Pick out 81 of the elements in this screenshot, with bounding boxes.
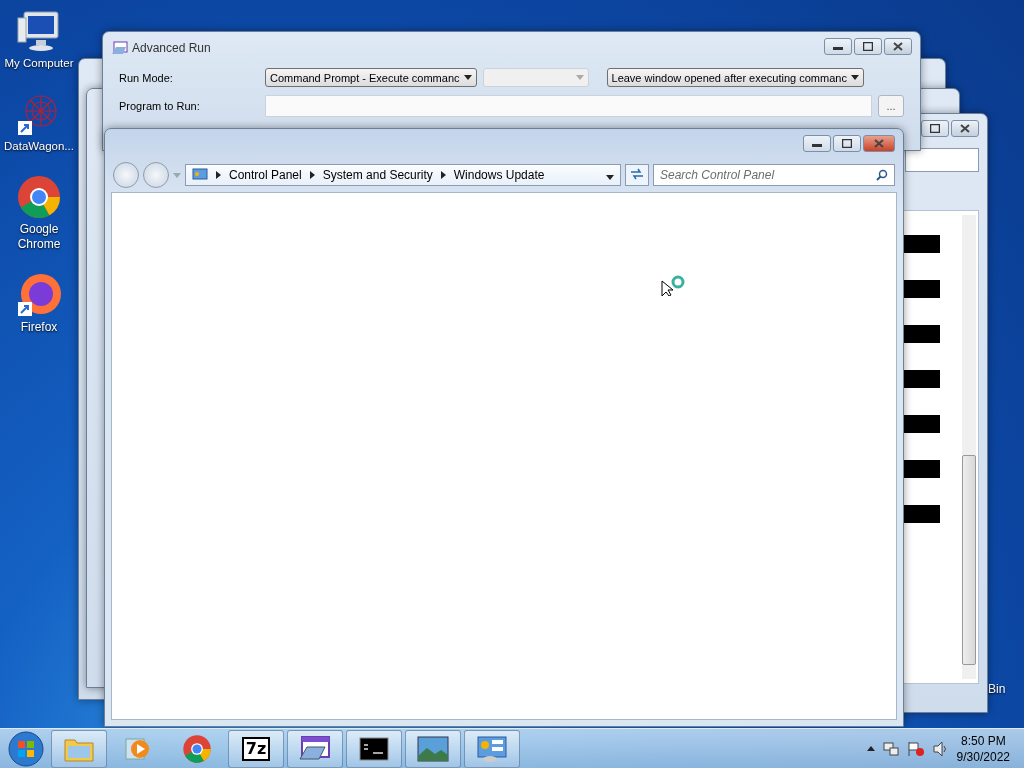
flag-icon bbox=[906, 740, 925, 757]
desktop-shortcut[interactable]: My Computer bbox=[0, 8, 78, 71]
window-icon bbox=[112, 41, 128, 55]
field-label: Run Mode: bbox=[119, 71, 174, 84]
shortcut-label: Firefox bbox=[19, 320, 59, 335]
minimize-button[interactable] bbox=[824, 38, 852, 55]
archive-logo: 7z bbox=[241, 736, 271, 761]
window-option-dropdown[interactable]: Leave window opened after executing commanc bbox=[606, 68, 864, 87]
dropdown-caret-icon bbox=[173, 172, 181, 178]
chrome-icon bbox=[182, 733, 212, 764]
thumbnail-block bbox=[904, 370, 940, 388]
back-button[interactable] bbox=[113, 162, 139, 188]
close-icon bbox=[960, 124, 970, 133]
forward-button[interactable] bbox=[143, 162, 169, 188]
program-field[interactable] bbox=[265, 95, 872, 117]
taskbar-button[interactable] bbox=[287, 729, 343, 768]
field-label: Program to Run: bbox=[119, 100, 201, 112]
taskbar-button[interactable] bbox=[346, 729, 402, 768]
network-icon bbox=[882, 740, 899, 757]
firefox-icon bbox=[16, 272, 62, 318]
thumbnail-block bbox=[904, 235, 940, 253]
landscape-icon bbox=[417, 735, 449, 762]
chrome-icon bbox=[16, 174, 62, 220]
speaker-icon bbox=[932, 740, 949, 757]
clock-time[interactable]: 8:50 PM bbox=[960, 732, 1006, 749]
shortcut-label: Bin bbox=[988, 682, 1006, 696]
thumbnail-block bbox=[904, 325, 940, 343]
shortcut-label: My Computer bbox=[4, 56, 74, 71]
scrollbar[interactable] bbox=[962, 215, 976, 679]
thumbnail-block bbox=[904, 415, 940, 433]
maximize-icon bbox=[842, 139, 852, 148]
chevron-icon bbox=[440, 171, 446, 179]
maximize-icon bbox=[863, 42, 873, 51]
terminal-icon bbox=[359, 736, 389, 761]
breadcrumb-item[interactable]: Control Panel bbox=[229, 168, 302, 182]
control-panel-icon bbox=[476, 734, 508, 763]
search-field[interactable] bbox=[905, 148, 979, 172]
close-icon bbox=[893, 42, 903, 51]
minimize-button[interactable] bbox=[803, 135, 831, 152]
close-button[interactable] bbox=[951, 120, 979, 137]
scrollbar-thumb[interactable] bbox=[962, 455, 976, 665]
browse-button[interactable]: ... bbox=[878, 95, 904, 117]
busy-cursor-icon bbox=[661, 274, 687, 296]
thumbnail-block bbox=[904, 280, 940, 298]
maximize-icon bbox=[930, 124, 940, 133]
window-icon bbox=[299, 734, 331, 763]
address-bar[interactable]: Control Panel System and Security Windows Update bbox=[185, 164, 621, 186]
maximize-button[interactable] bbox=[833, 135, 861, 152]
thumbnail-block bbox=[904, 460, 940, 478]
window-title: Advanced Run bbox=[132, 41, 211, 55]
breadcrumb-item[interactable]: Windows Update bbox=[453, 168, 545, 182]
breadcrumb-item[interactable]: System and Security bbox=[322, 168, 433, 182]
play-icon bbox=[125, 735, 151, 762]
chevron-icon bbox=[309, 171, 315, 179]
caret-up-icon bbox=[866, 746, 875, 751]
close-button[interactable] bbox=[863, 135, 895, 152]
maximize-button[interactable] bbox=[854, 38, 882, 55]
desktop-shortcut[interactable]: Google Chrome bbox=[0, 174, 78, 252]
search-field[interactable]: Search Control Panel bbox=[653, 164, 895, 186]
dropdown-caret-icon bbox=[463, 75, 472, 80]
taskbar-button[interactable]: 7z bbox=[228, 729, 284, 768]
maximize-button[interactable] bbox=[921, 120, 949, 137]
close-icon bbox=[874, 139, 884, 148]
desktop-shortcut[interactable]: Firefox bbox=[0, 272, 78, 335]
chevron-icon bbox=[216, 171, 221, 179]
windows-logo-icon bbox=[8, 730, 44, 767]
dropdown-caret-icon bbox=[575, 75, 584, 80]
desktop-shortcut[interactable]: DataWagon... bbox=[0, 91, 78, 154]
clock-date[interactable]: 9/30/2022 bbox=[956, 748, 1010, 765]
shortcut-label: DataWagon... bbox=[4, 139, 74, 154]
computer-icon bbox=[16, 8, 62, 54]
search-icon bbox=[876, 169, 888, 181]
close-button[interactable] bbox=[884, 38, 912, 55]
refresh-button[interactable] bbox=[625, 164, 649, 186]
dropdown-caret-icon bbox=[850, 75, 859, 80]
shortcut-label: Google Chrome bbox=[16, 222, 62, 252]
thumbnail-block bbox=[904, 505, 940, 523]
run-mode-dropdown[interactable]: Command Prompt - Execute commanc bbox=[265, 68, 477, 87]
refresh-icon bbox=[630, 167, 644, 180]
control-panel-icon bbox=[192, 168, 208, 182]
dropdown-caret-icon bbox=[606, 175, 614, 180]
